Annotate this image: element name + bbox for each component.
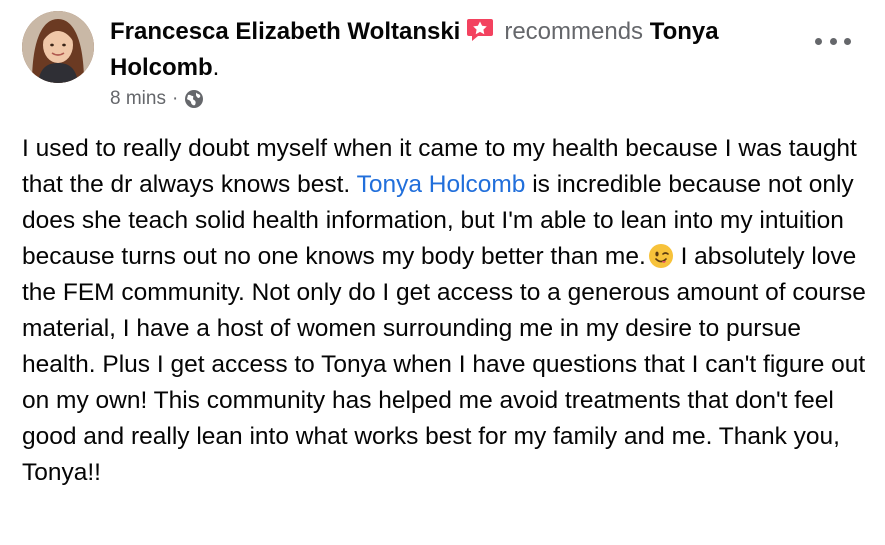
post-body: I used to really doubt myself when it ca… — [22, 131, 872, 491]
more-options-icon[interactable] — [815, 30, 851, 52]
post-text-part-3: I absolutely love the FEM community. Not… — [22, 243, 866, 486]
profile-photo — [22, 11, 94, 83]
author-name[interactable]: Francesca Elizabeth Woltanski — [110, 18, 460, 45]
mention-link[interactable]: Tonya Holcomb — [357, 171, 526, 198]
timestamp[interactable]: 8 mins — [110, 88, 166, 110]
recommends-verb: recommends — [504, 18, 644, 45]
author-avatar[interactable] — [22, 11, 94, 83]
recommendation-star-icon — [466, 17, 494, 41]
winking-face-emoji — [648, 243, 674, 269]
globe-icon[interactable] — [184, 89, 204, 109]
post-meta: 8 mins · — [110, 88, 204, 110]
header-period: . — [212, 54, 220, 81]
post-header: Francesca Elizabeth Woltanski recommends… — [110, 14, 810, 86]
meta-separator: · — [171, 88, 179, 109]
